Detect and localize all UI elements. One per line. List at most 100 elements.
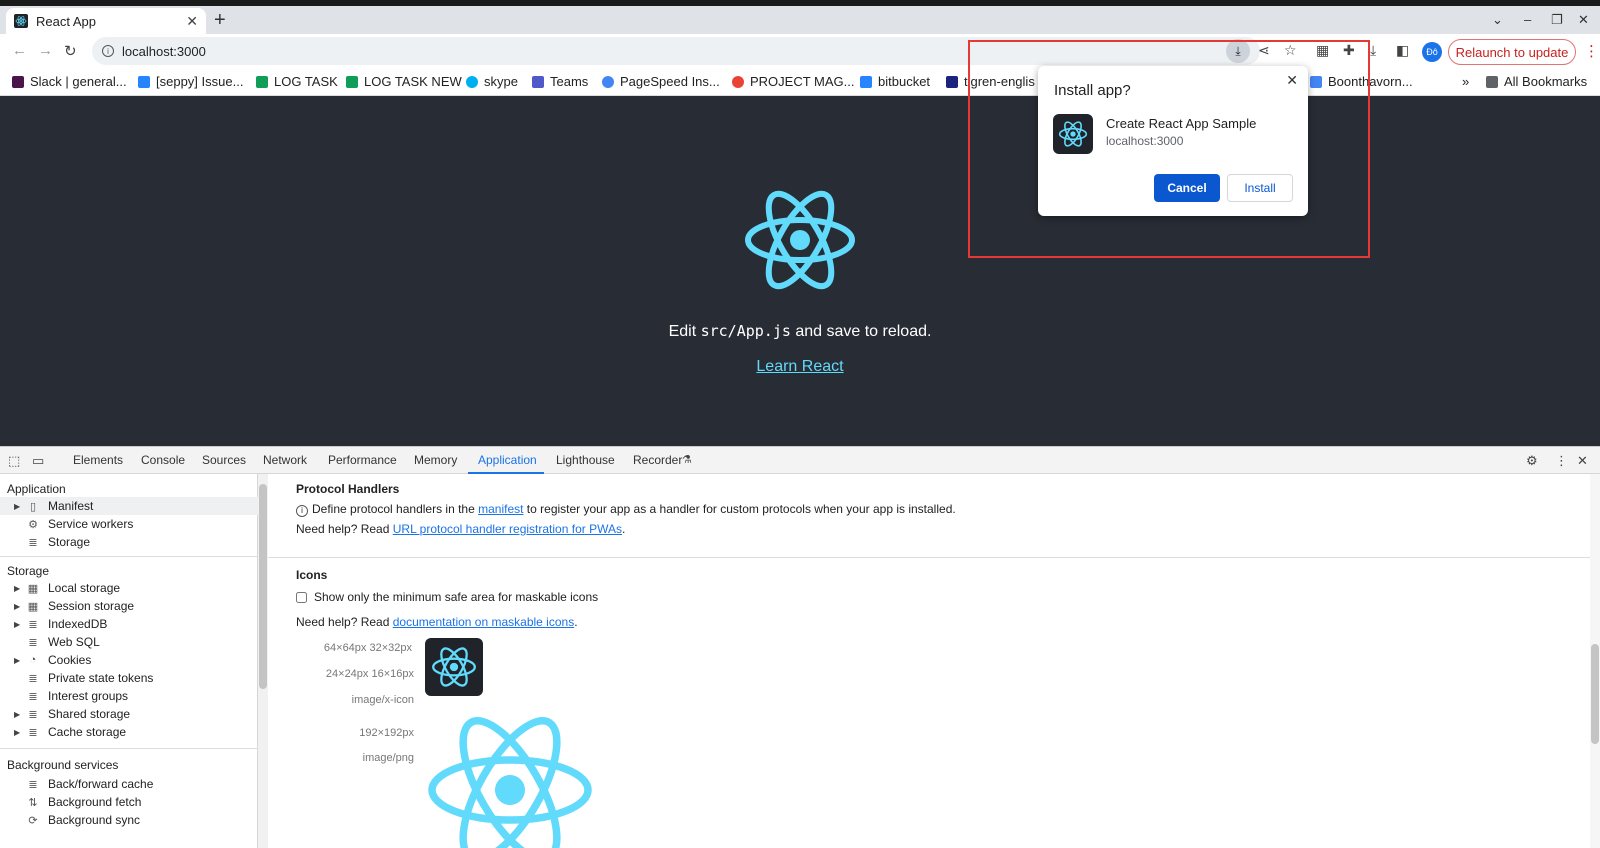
main-scroll-thumb[interactable]	[1591, 644, 1599, 744]
side-panel-icon[interactable]: ◧	[1396, 42, 1409, 59]
bookmark-item[interactable]: LOG TASK	[256, 74, 338, 89]
new-tab-button[interactable]: +	[214, 9, 226, 32]
dialog-title: Install app?	[1054, 82, 1131, 99]
sidebar-item-indexeddb[interactable]: ▶ ≣ IndexedDB	[14, 615, 258, 633]
sidebar-item-local-storage[interactable]: ▶ ▦ Local storage	[14, 579, 258, 597]
maskable-checkbox[interactable]	[296, 591, 307, 603]
sidebar-item-service-workers[interactable]: ⚙ Service workers	[14, 515, 258, 533]
logo192-preview-icon	[420, 710, 600, 848]
relaunch-button[interactable]: Relaunch to update	[1448, 39, 1576, 65]
back-icon[interactable]: ←	[12, 42, 27, 59]
tab-network[interactable]: Network	[263, 453, 307, 467]
sidebar-header-application: Application	[7, 482, 66, 496]
database-icon: ≣	[28, 778, 38, 791]
expand-arrow-icon[interactable]: ▶	[14, 656, 24, 665]
url-protocol-handler-link[interactable]: URL protocol handler registration for PW…	[393, 522, 622, 536]
bookmark-item[interactable]: skype	[466, 74, 518, 89]
sidebar-item-back-forward-cache[interactable]: ≣ Back/forward cache	[14, 775, 258, 793]
sidebar-item-cache-storage[interactable]: ▶ ≣ Cache storage	[14, 723, 258, 741]
tab-search-icon[interactable]: ⌄	[1492, 12, 1503, 28]
jira-icon	[138, 75, 150, 88]
database-icon: ≣	[28, 708, 38, 721]
site-info-icon[interactable]: i	[102, 45, 114, 57]
sidebar-item-shared-storage[interactable]: ▶ ≣ Shared storage	[14, 705, 258, 723]
tab-bar: React App ✕ + ⌄ – ❐ ✕	[0, 6, 1600, 34]
tab-recorder[interactable]: Recorder	[633, 453, 682, 467]
sidebar-item-storage[interactable]: ≣ Storage	[14, 533, 258, 551]
tab-console[interactable]: Console	[141, 453, 185, 467]
expand-arrow-icon[interactable]: ▶	[14, 710, 24, 719]
icons-heading: Icons	[296, 568, 328, 582]
sidebar-item-background-fetch[interactable]: ⇅ Background fetch	[14, 793, 258, 811]
bookmark-item[interactable]: bitbucket	[860, 74, 930, 89]
expand-arrow-icon[interactable]: ▶	[14, 728, 24, 737]
close-icon[interactable]: ✕	[1286, 72, 1298, 89]
tab-sources[interactable]: Sources	[202, 453, 246, 467]
sidebar-item-cookies[interactable]: ▶ ◔ Cookies	[14, 651, 258, 669]
file-icon: ▯	[29, 500, 37, 513]
restore-icon[interactable]: ❐	[1551, 12, 1563, 28]
tab-elements[interactable]: Elements	[73, 453, 123, 467]
browser-menu-icon[interactable]: ⋮	[1584, 42, 1599, 60]
browser-tab[interactable]: React App ✕	[6, 8, 206, 34]
tab-memory[interactable]: Memory	[414, 453, 457, 467]
maskable-checkbox-row: Show only the minimum safe area for mask…	[296, 590, 598, 604]
install-button[interactable]: Install	[1227, 174, 1293, 202]
tab-application[interactable]: Application	[478, 453, 537, 467]
tab-close-icon[interactable]: ✕	[186, 13, 198, 30]
sidebar-item-background-sync[interactable]: ⟳ Background sync	[14, 811, 258, 829]
maskable-icons-doc-link[interactable]: documentation on maskable icons	[393, 615, 574, 629]
protocol-handlers-heading: Protocol Handlers	[296, 482, 400, 496]
sidebar-divider	[0, 748, 258, 749]
close-window-icon[interactable]: ✕	[1578, 12, 1589, 28]
table-icon: ▦	[27, 600, 39, 613]
sync-icon: ⟳	[28, 814, 38, 827]
icon-type-label: image/png	[362, 752, 414, 764]
folder-icon	[1486, 75, 1498, 88]
tab-performance[interactable]: Performance	[328, 453, 397, 467]
all-bookmarks-button[interactable]: All Bookmarks	[1486, 74, 1587, 89]
sheets-icon	[346, 75, 358, 88]
settings-gear-icon[interactable]: ⚙	[1526, 453, 1538, 469]
lh-icon	[946, 75, 958, 88]
minimize-icon[interactable]: –	[1524, 12, 1531, 27]
bookmarks-overflow-button[interactable]: »	[1462, 74, 1469, 89]
expand-arrow-icon[interactable]: ▶	[14, 602, 24, 611]
expand-arrow-icon[interactable]: ▶	[14, 584, 24, 593]
devtools-close-icon[interactable]: ✕	[1577, 453, 1588, 469]
expand-arrow-icon[interactable]: ▶	[14, 620, 24, 629]
bookmark-item[interactable]: PageSpeed Ins...	[602, 74, 720, 89]
fetch-arrows-icon: ⇅	[28, 796, 38, 809]
profile-avatar[interactable]: Đô	[1422, 42, 1442, 62]
sidebar-item-interest-groups[interactable]: ≣ Interest groups	[14, 687, 258, 705]
manifest-link[interactable]: manifest	[478, 502, 523, 516]
protocol-help-text: Need help? Read URL protocol handler reg…	[296, 522, 626, 536]
device-toolbar-icon[interactable]: ▭	[32, 453, 44, 469]
tab-lighthouse[interactable]: Lighthouse	[556, 453, 615, 467]
sidebar-item-web-sql[interactable]: ≣ Web SQL	[14, 633, 258, 651]
bookmark-item[interactable]: [seppy] Issue...	[138, 74, 243, 89]
icon-type-label: image/x-icon	[351, 694, 414, 706]
bookmark-item[interactable]: Teams	[532, 74, 588, 89]
cancel-button[interactable]: Cancel	[1154, 174, 1220, 202]
bookmark-item[interactable]: LOG TASK NEW	[346, 74, 462, 89]
expand-arrow-icon[interactable]: ▶	[14, 502, 24, 511]
teams-icon	[532, 75, 544, 88]
learn-react-link[interactable]: Learn React	[756, 358, 843, 375]
devtools-menu-icon[interactable]: ⋮	[1555, 453, 1568, 469]
forward-icon[interactable]: →	[38, 42, 53, 59]
sidebar-item-private-state-tokens[interactable]: ≣ Private state tokens	[14, 669, 258, 687]
sidebar-scroll-thumb[interactable]	[259, 484, 267, 689]
bookmark-item[interactable]: Slack | general...	[12, 74, 127, 89]
reload-icon[interactable]: ↻	[64, 42, 77, 60]
sidebar-item-manifest[interactable]: ▶ ▯ Manifest	[0, 497, 258, 515]
database-icon: ≣	[28, 672, 38, 685]
url-text[interactable]: localhost:3000	[122, 44, 206, 59]
inspect-element-icon[interactable]: ⬚	[8, 453, 20, 469]
download-icon[interactable]: ⤓	[1370, 42, 1376, 59]
google-icon	[732, 75, 744, 88]
bookmark-item[interactable]: PROJECT MAG...	[732, 74, 855, 89]
icon-sizes-label: 24×24px 16×16px	[325, 668, 414, 680]
sidebar-item-session-storage[interactable]: ▶ ▦ Session storage	[14, 597, 258, 615]
icon-size-label: 192×192px	[359, 727, 414, 739]
